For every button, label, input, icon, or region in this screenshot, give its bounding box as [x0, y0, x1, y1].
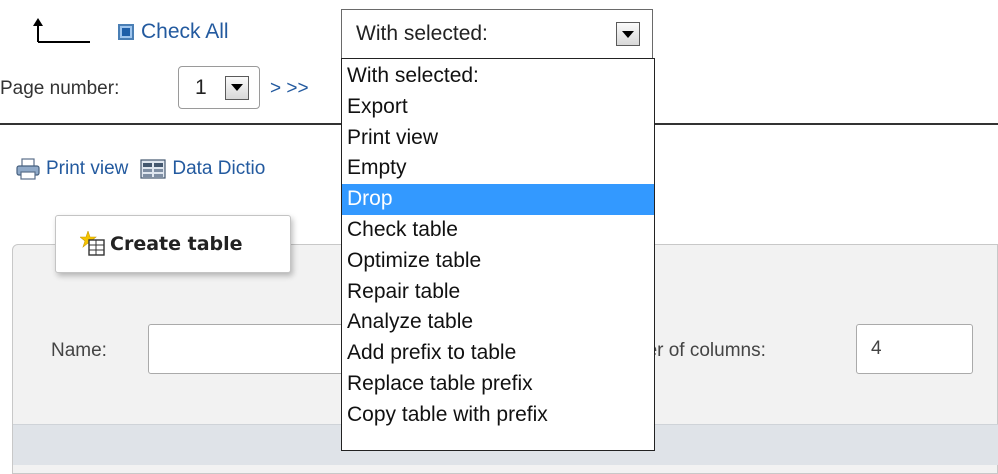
columns-input[interactable]: 4 [856, 324, 973, 374]
dropdown-option-drop[interactable]: Drop [342, 184, 654, 215]
dropdown-option-check-table[interactable]: Check table [342, 215, 654, 246]
check-all-label[interactable]: Check All [141, 20, 229, 44]
dropdown-option-copy-table-with-prefix[interactable]: Copy table with prefix [342, 400, 654, 431]
dropdown-option-optimize-table[interactable]: Optimize table [342, 246, 654, 277]
page-number-value: 1 [195, 75, 207, 99]
dropdown-option-print-view[interactable]: Print view [342, 123, 654, 154]
create-table-legend: Create table [55, 215, 291, 273]
page-number-select[interactable]: 1 [178, 66, 260, 109]
page-number-label: Page number: [0, 78, 120, 99]
data-dictionary-link[interactable]: Data Dictio [172, 158, 265, 180]
dropdown-option-with-selected[interactable]: With selected: [342, 61, 654, 92]
dropdown-option-analyze-table[interactable]: Analyze table [342, 307, 654, 338]
columns-label: ber of columns: [636, 340, 766, 361]
links-row: Print view Data Dictio [16, 158, 265, 180]
chevron-down-icon[interactable] [225, 75, 249, 100]
name-label: Name: [51, 340, 107, 361]
print-view-link[interactable]: Print view [46, 158, 128, 180]
create-table-title: Create table [110, 233, 243, 255]
with-selected-select[interactable]: With selected: [341, 9, 653, 59]
dropdown-option-empty[interactable]: Empty [342, 153, 654, 184]
with-selected-value: With selected: [356, 22, 488, 45]
chevron-down-icon[interactable] [616, 22, 640, 46]
page-nav-links[interactable]: > >> [270, 78, 309, 100]
create-table-icon [80, 231, 105, 256]
with-selected-dropdown-list[interactable]: With selected: Export Print view Empty Drop C… [341, 58, 655, 451]
checkbox-icon[interactable] [118, 24, 134, 40]
dropdown-option-export[interactable]: Export [342, 92, 654, 123]
name-input[interactable] [148, 324, 368, 374]
dropdown-option-replace-table-prefix[interactable]: Replace table prefix [342, 369, 654, 400]
printer-icon[interactable] [16, 158, 40, 180]
check-all-toggle[interactable]: Check All [118, 20, 229, 44]
dropdown-option-add-prefix-to-table[interactable]: Add prefix to table [342, 338, 654, 369]
dropdown-option-repair-table[interactable]: Repair table [342, 277, 654, 308]
arrow-up-icon [33, 18, 90, 43]
data-dictionary-icon[interactable] [140, 158, 166, 180]
